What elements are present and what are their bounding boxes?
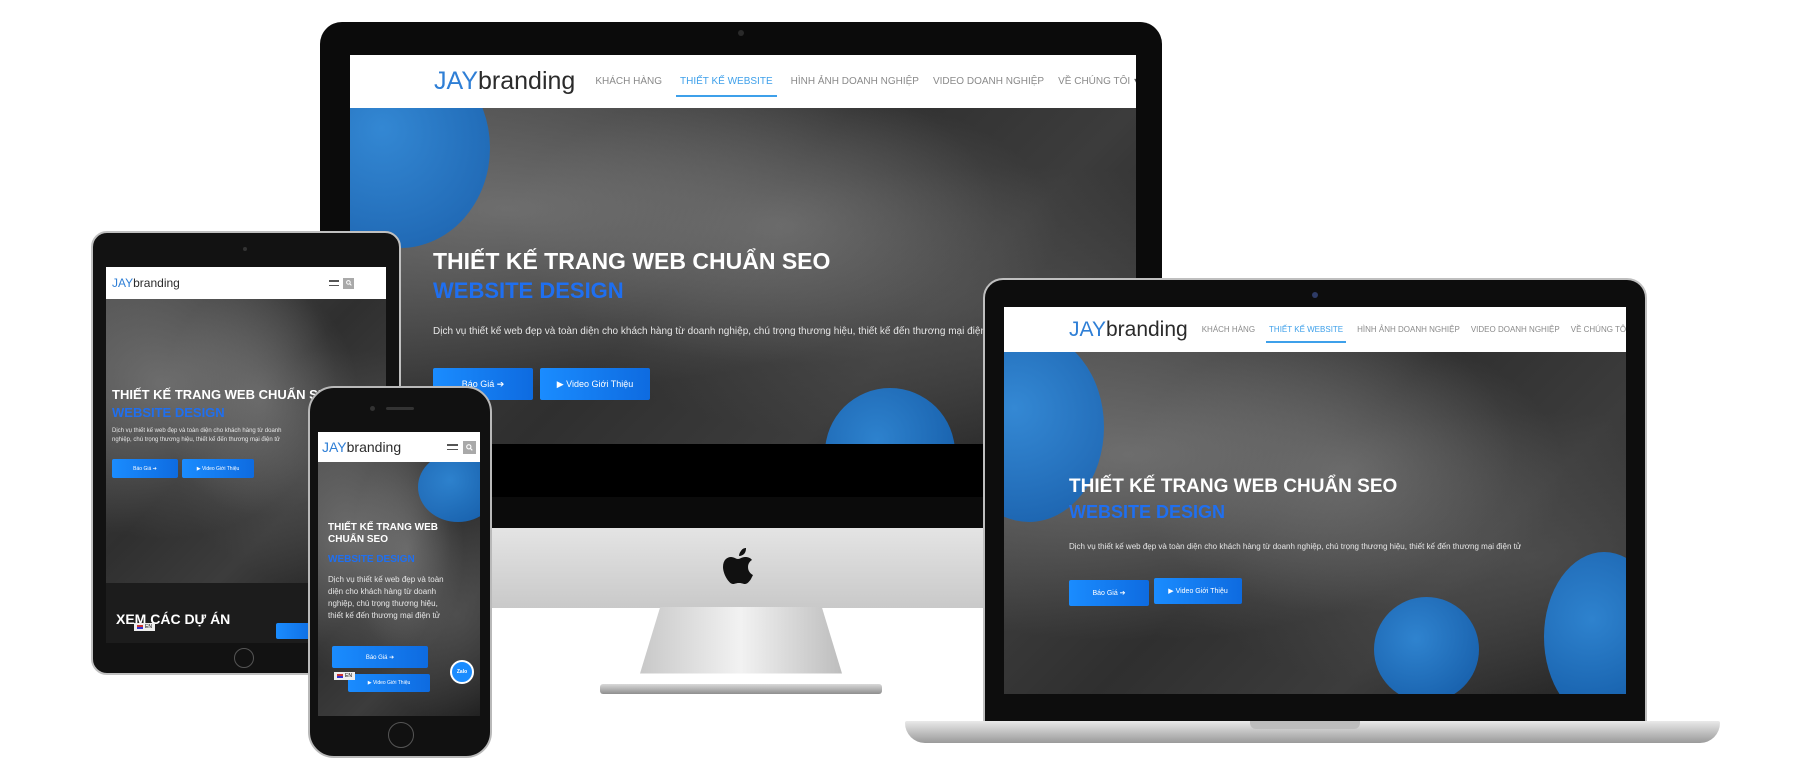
hero-description: Dịch vụ thiết kế web đẹp và toàn diện ch…: [328, 575, 444, 620]
chevron-down-icon[interactable]: ▾: [1134, 76, 1136, 87]
imac-nav-links: KHÁCH HÀNG THIẾT KẾ WEBSITE HÌNH ẢNH DOA…: [595, 66, 1136, 97]
imac-stand: [640, 607, 842, 674]
hero-description: Dịch vụ thiết kế web đẹp và toàn diện ch…: [112, 428, 282, 443]
imac-logo[interactable]: JAYbranding: [434, 67, 575, 96]
hamburger-menu-icon[interactable]: [329, 280, 339, 286]
logo-brand-text: branding: [478, 67, 576, 95]
nav-ve-chung-toi[interactable]: VỀ CHÚNG TÔI: [1571, 325, 1626, 334]
zalo-chat-icon[interactable]: Zalo: [450, 660, 474, 684]
logo-jay-text: JAY: [112, 276, 134, 290]
hero-description: Dịch vụ thiết kế web đẹp và toàn diện ch…: [1069, 542, 1522, 551]
flag-icon: [337, 674, 343, 678]
nav-video-doanh-nghiep[interactable]: VIDEO DOANH NGHIỆP: [1471, 325, 1560, 334]
laptop-hero: THIẾT KẾ TRANG WEB CHUẨN SEO WEBSITE DES…: [1004, 352, 1626, 694]
tablet-camera: [243, 247, 247, 251]
nav-thiet-ke-website[interactable]: THIẾT KẾ WEBSITE: [676, 76, 777, 97]
video-intro-button[interactable]: ▶ Video Giới Thiệu: [348, 674, 430, 692]
hero-subtitle: WEBSITE DESIGN: [1069, 502, 1226, 522]
zalo-label: Zalo: [456, 669, 468, 675]
tablet-nav-actions: [329, 277, 354, 289]
language-badge[interactable]: EN: [334, 672, 355, 680]
laptop-logo[interactable]: JAYbranding: [1069, 318, 1188, 342]
laptop-screen: JAYbranding KHÁCH HÀNG THIẾT KẾ WEBSITE …: [1004, 307, 1626, 694]
phone-screen: JAYbranding THIẾT KẾ TRANG WEB CHUẨN SEO…: [318, 432, 480, 716]
nav-video-doanh-nghiep[interactable]: VIDEO DOANH NGHIỆP: [933, 76, 1044, 87]
phone-nav-actions: [447, 440, 476, 454]
phone-home-button[interactable]: [388, 722, 414, 748]
video-intro-button[interactable]: ▶ Video Giới Thiệu: [540, 368, 650, 400]
imac-navbar: JAYbranding KHÁCH HÀNG THIẾT KẾ WEBSITE …: [350, 55, 1136, 108]
laptop-navbar: JAYbranding KHÁCH HÀNG THIẾT KẾ WEBSITE …: [1004, 307, 1626, 352]
hero-subtitle: WEBSITE DESIGN: [433, 278, 624, 303]
hero-description: Dịch vụ thiết kế web đẹp và toàn diện ch…: [433, 326, 999, 337]
hero-title: THIẾT KẾ TRANG WEB CHUẨN SEO: [328, 522, 438, 545]
search-icon[interactable]: [343, 277, 354, 289]
logo-brand-text: branding: [346, 439, 402, 455]
laptop-notch: [1250, 721, 1360, 729]
decorative-blob: [825, 388, 955, 444]
decorative-blob: [1544, 552, 1626, 694]
hamburger-menu-icon[interactable]: [447, 444, 458, 450]
nav-khach-hang[interactable]: KHÁCH HÀNG: [595, 76, 662, 87]
apple-logo-icon: [723, 548, 753, 584]
logo-brand-text: branding: [133, 276, 180, 290]
hero-title: THIẾT KẾ TRANG WEB CHUẨN SEO: [112, 387, 337, 402]
laptop-device: JAYbranding KHÁCH HÀNG THIẾT KẾ WEBSITE …: [983, 278, 1647, 727]
tablet-logo[interactable]: JAYbranding: [112, 276, 180, 290]
hero-subtitle: WEBSITE DESIGN: [112, 405, 225, 420]
phone-speaker: [386, 407, 414, 410]
decorative-blob: [350, 108, 490, 248]
decorative-blob: [1374, 597, 1479, 694]
laptop-nav-links: KHÁCH HÀNG THIẾT KẾ WEBSITE HÌNH ẢNH DOA…: [1202, 316, 1626, 343]
quote-button[interactable]: Báo Giá ➔: [112, 459, 178, 478]
imac-camera: [738, 30, 744, 36]
flag-icon: [137, 625, 143, 629]
nav-thiet-ke-website[interactable]: THIẾT KẾ WEBSITE: [1266, 325, 1347, 343]
decorative-blob: [418, 462, 480, 522]
phone-navbar: JAYbranding: [318, 432, 480, 462]
search-icon[interactable]: [463, 440, 476, 454]
video-intro-button[interactable]: ▶ Video Giới Thiệu: [182, 459, 254, 478]
quote-button[interactable]: Báo Giá ➔: [332, 646, 428, 668]
language-label: EN: [345, 673, 352, 679]
phone-camera: [370, 406, 375, 411]
language-label: EN: [145, 624, 152, 630]
logo-jay-text: JAY: [1069, 317, 1106, 341]
nav-khach-hang[interactable]: KHÁCH HÀNG: [1202, 325, 1255, 334]
hero-title: THIẾT KẾ TRANG WEB CHUẨN SEO: [433, 248, 831, 274]
hero-title: THIẾT KẾ TRANG WEB CHUẨN SEO: [1069, 476, 1398, 497]
phone-device: JAYbranding THIẾT KẾ TRANG WEB CHUẨN SEO…: [308, 386, 492, 758]
nav-hinh-anh-doanh-nghiep[interactable]: HÌNH ẢNH DOANH NGHIỆP: [791, 76, 919, 87]
hero-subtitle: WEBSITE DESIGN: [328, 554, 415, 565]
language-badge[interactable]: EN: [134, 623, 155, 631]
imac-stand-base: [600, 684, 882, 694]
laptop-camera: [1312, 292, 1318, 298]
laptop-base: [905, 721, 1720, 743]
nav-ve-chung-toi[interactable]: VỀ CHÚNG TÔI: [1058, 76, 1130, 87]
phone-hero: THIẾT KẾ TRANG WEB CHUẨN SEO WEBSITE DES…: [318, 462, 480, 716]
logo-brand-text: branding: [1105, 317, 1188, 341]
tablet-home-button[interactable]: [234, 648, 254, 668]
nav-hinh-anh-doanh-nghiep[interactable]: HÌNH ẢNH DOANH NGHIỆP: [1357, 325, 1460, 334]
video-intro-button[interactable]: ▶ Video Giới Thiệu: [1154, 578, 1242, 604]
logo-jay-text: JAY: [322, 439, 347, 455]
quote-button[interactable]: Báo Giá ➔: [1069, 580, 1149, 606]
logo-jay-text: JAY: [434, 67, 478, 95]
tablet-navbar: JAYbranding: [106, 267, 386, 299]
phone-logo[interactable]: JAYbranding: [322, 439, 401, 455]
